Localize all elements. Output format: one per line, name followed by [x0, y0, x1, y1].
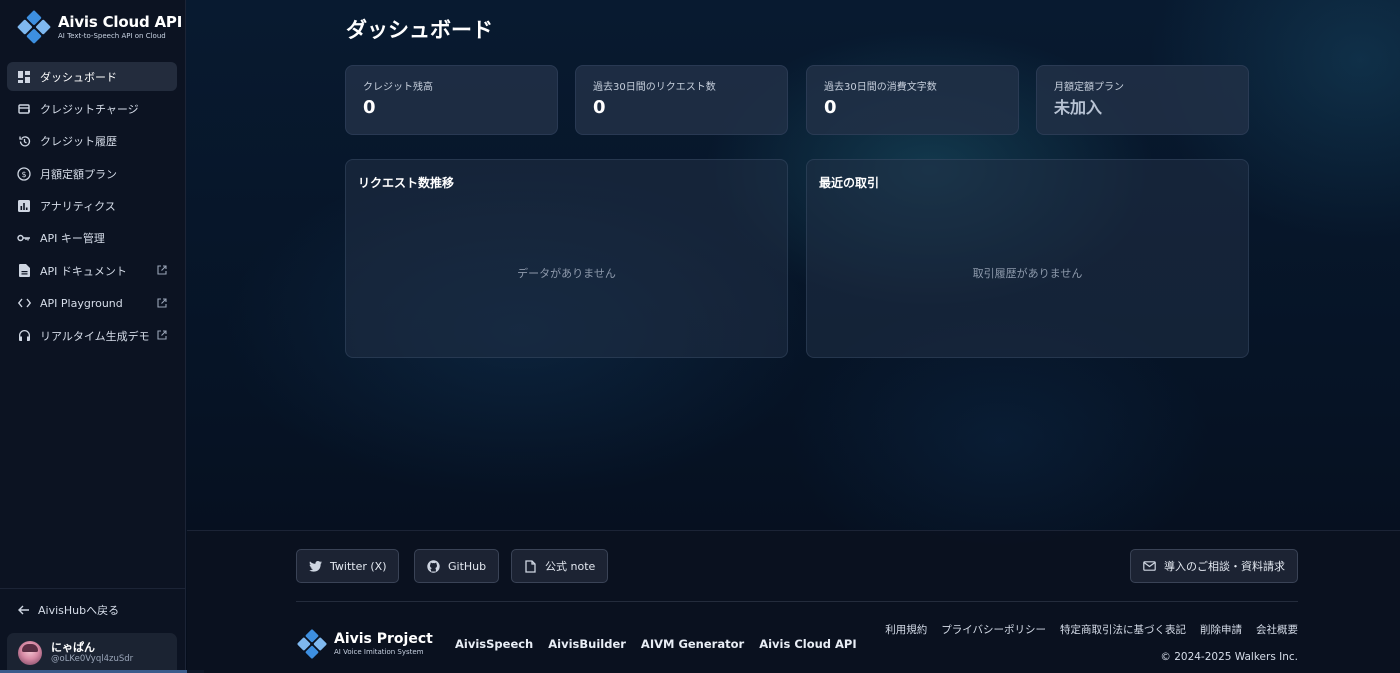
sidebar-item-realtime-demo[interactable]: リアルタイム生成デモ — [7, 321, 177, 350]
brand-logo[interactable]: Aivis Cloud API AI Text-to-Speech API on… — [16, 9, 183, 45]
external-link-icon — [157, 265, 167, 275]
sidebar-item-api-playground[interactable]: API Playground — [7, 289, 177, 318]
credit-card-icon — [17, 102, 31, 116]
sidebar-item-api-keys[interactable]: API キー管理 — [7, 224, 177, 253]
stat-card-requests-30d: 過去30日間のリクエスト数 0 — [575, 65, 788, 135]
sidebar-item-label: アナリティクス — [40, 200, 116, 214]
legal-link-commerce-act[interactable]: 特定商取引法に基づく表記 — [1060, 622, 1186, 637]
note-button-label: 公式 note — [545, 560, 596, 573]
analytics-icon — [17, 199, 31, 213]
stat-label: クレジット残高 — [363, 82, 433, 93]
sidebar-item-label: API Playground — [40, 296, 123, 310]
sidebar: Aivis Cloud API AI Text-to-Speech API on… — [0, 0, 204, 673]
user-name: にゃぱん — [51, 641, 95, 654]
external-link-icon — [157, 330, 167, 340]
code-icon — [17, 296, 31, 310]
sidebar-item-label: API キー管理 — [40, 232, 105, 246]
sidebar-nav: ダッシュボード クレジットチャージ クレジット履歴 $ 月額定額プラン アナリテ… — [7, 62, 177, 354]
stat-label: 過去30日間のリクエスト数 — [593, 82, 716, 93]
product-link-aivis-cloud-api[interactable]: Aivis Cloud API — [759, 637, 856, 651]
stat-card-monthly-plan: 月額定額プラン 未加入 — [1036, 65, 1249, 135]
stat-label: 過去30日間の消費文字数 — [824, 82, 937, 93]
back-link-label: AivisHubへ戻る — [38, 604, 120, 617]
document-icon — [17, 264, 31, 278]
empty-state-message: 取引履歴がありません — [972, 267, 1083, 280]
copyright: © 2024-2025 Walkers Inc. — [1160, 651, 1298, 663]
request-trend-panel: リクエスト数推移 データがありません — [345, 159, 788, 358]
footer-divider — [296, 601, 1298, 602]
product-link-aivisbuilder[interactable]: AivisBuilder — [548, 637, 626, 651]
twitter-icon — [309, 560, 322, 573]
external-link-icon — [157, 298, 167, 308]
legal-link-deletion-request[interactable]: 削除申請 — [1200, 622, 1242, 637]
aivis-logo-icon — [16, 9, 52, 45]
dashboard-icon — [17, 70, 31, 84]
project-subtitle: AI Voice Imitation System — [334, 648, 424, 656]
sidebar-item-dashboard[interactable]: ダッシュボード — [7, 62, 177, 91]
legal-links: 利用規約 プライバシーポリシー 特定商取引法に基づく表記 削除申請 会社概要 — [871, 622, 1298, 637]
legal-link-privacy[interactable]: プライバシーポリシー — [941, 622, 1046, 637]
project-title: Aivis Project — [334, 631, 433, 647]
brand-title: Aivis Cloud API — [58, 13, 183, 31]
stat-card-characters-30d: 過去30日間の消費文字数 0 — [806, 65, 1019, 135]
headphones-icon — [17, 329, 31, 343]
stat-value: 0 — [363, 97, 376, 118]
aivis-project-logo[interactable]: Aivis Project AI Voice Imitation System — [296, 628, 433, 660]
avatar — [18, 641, 42, 665]
stat-card-credit-balance: クレジット残高 0 — [345, 65, 558, 135]
github-button-label: GitHub — [448, 559, 487, 573]
empty-state-message: データがありません — [517, 267, 616, 280]
sidebar-item-label: 月額定額プラン — [40, 167, 117, 181]
product-link-aivm-generator[interactable]: AIVM Generator — [641, 637, 744, 651]
product-link-aivisspeech[interactable]: AivisSpeech — [455, 637, 533, 651]
page-title: ダッシュボード — [346, 18, 493, 42]
sidebar-divider — [0, 588, 186, 589]
mail-icon — [1143, 560, 1156, 573]
sidebar-item-credit-history[interactable]: クレジット履歴 — [7, 127, 177, 156]
twitter-button-label: Twitter (X) — [330, 559, 387, 573]
stat-label: 月額定額プラン — [1054, 82, 1124, 93]
panel-title: リクエスト数推移 — [358, 176, 455, 190]
recent-transactions-panel: 最近の取引 取引履歴がありません — [806, 159, 1249, 358]
brand-subtitle: AI Text-to-Speech API on Cloud — [58, 32, 166, 40]
github-button[interactable]: GitHub — [414, 549, 500, 583]
contact-button[interactable]: 導入のご相談・資料請求 — [1130, 549, 1298, 583]
product-links: AivisSpeech AivisBuilder AIVM Generator … — [455, 637, 872, 651]
github-icon — [427, 559, 440, 573]
back-to-aivishub-link[interactable]: AivisHubへ戻る — [17, 602, 119, 618]
sidebar-item-monthly-plan[interactable]: $ 月額定額プラン — [7, 159, 177, 188]
stat-value: 未加入 — [1054, 98, 1103, 117]
svg-text:$: $ — [21, 170, 26, 179]
history-icon — [17, 134, 31, 148]
sidebar-item-label: クレジットチャージ — [40, 102, 139, 116]
legal-link-company[interactable]: 会社概要 — [1256, 622, 1298, 637]
sidebar-item-label: API ドキュメント — [40, 264, 127, 278]
user-menu[interactable]: にゃぱん @oLKe0Vyql4zuSdr — [7, 633, 177, 673]
legal-link-terms[interactable]: 利用規約 — [885, 622, 927, 637]
sidebar-item-analytics[interactable]: アナリティクス — [7, 192, 177, 221]
footer: Twitter (X) GitHub 公式 note 導入のご相談・資料請求 A… — [187, 530, 1400, 673]
twitter-button[interactable]: Twitter (X) — [296, 549, 400, 583]
sidebar-item-api-docs[interactable]: API ドキュメント — [7, 256, 177, 285]
stat-value: 0 — [824, 97, 837, 118]
dollar-circle-icon: $ — [17, 167, 31, 181]
sidebar-item-credit-charge[interactable]: クレジットチャージ — [7, 94, 177, 123]
sidebar-item-label: ダッシュボード — [40, 70, 117, 84]
note-icon — [524, 559, 537, 573]
sidebar-item-label: クレジット履歴 — [40, 135, 117, 149]
user-id: @oLKe0Vyql4zuSdr — [51, 654, 134, 664]
panel-title: 最近の取引 — [819, 176, 880, 190]
key-icon — [17, 231, 31, 245]
contact-button-label: 導入のご相談・資料請求 — [1164, 560, 1285, 573]
official-note-button[interactable]: 公式 note — [511, 549, 609, 583]
arrow-left-icon — [17, 603, 31, 617]
aivis-project-logo-icon — [296, 628, 328, 660]
sidebar-item-label: リアルタイム生成デモ — [40, 329, 150, 343]
stat-value: 0 — [593, 97, 606, 118]
